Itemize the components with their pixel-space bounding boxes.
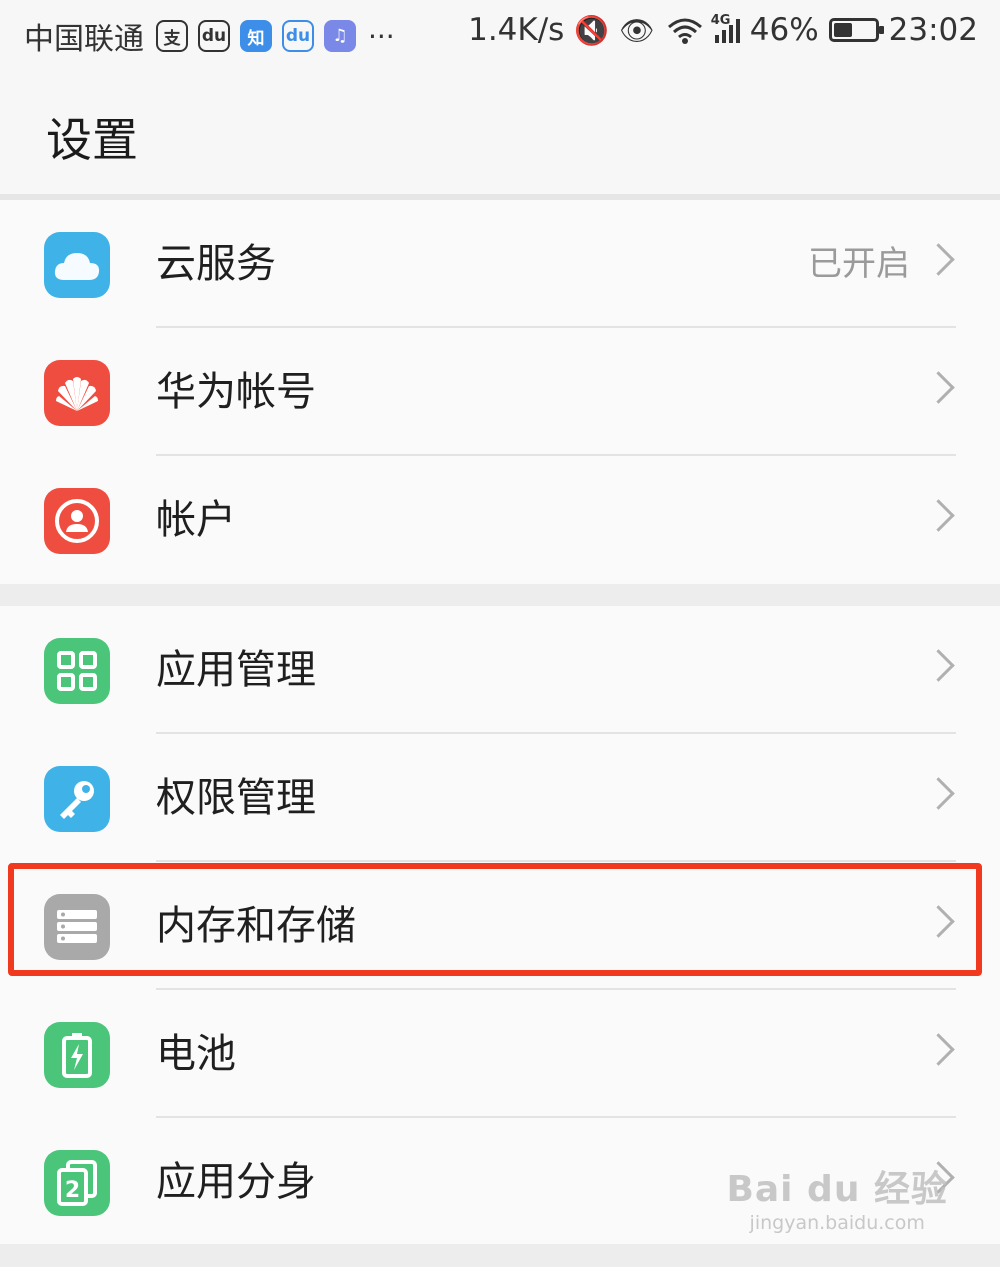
key-icon <box>44 766 110 832</box>
settings-item-label: 应用分身 <box>156 1159 316 1205</box>
settings-item-huawei[interactable]: 华为帐号 <box>0 328 1000 456</box>
settings-group-system: 应用管理权限管理内存和存储电池 2 应用分身 <box>0 606 1000 1244</box>
settings-item-label: 内存和存储 <box>156 903 356 949</box>
settings-item-account[interactable]: 帐户 <box>0 456 1000 584</box>
cell-signal: 4G <box>711 13 740 43</box>
page-title: 设置 <box>46 113 138 167</box>
settings-item-label: 华为帐号 <box>156 369 316 415</box>
chevron-right-icon <box>922 243 955 276</box>
cloud-icon <box>44 232 110 298</box>
battery-percent: 46% <box>749 12 819 48</box>
settings-item-label: 权限管理 <box>156 775 316 821</box>
bottom-separator <box>0 1244 1000 1267</box>
settings-item-value: 已开启 <box>808 244 910 284</box>
svg-text:2: 2 <box>65 1178 80 1203</box>
chevron-right-icon <box>922 371 955 404</box>
settings-group-account: 云服务 已开启华为帐号帐户 <box>0 200 1000 584</box>
eye-comfort-icon: 👁 <box>619 13 655 47</box>
storage-icon <box>44 894 110 960</box>
settings-item-label: 帐户 <box>156 497 236 543</box>
wifi-icon <box>667 18 702 44</box>
settings-item-label: 电池 <box>156 1031 236 1077</box>
app-twin-icon: 2 <box>44 1150 110 1216</box>
chevron-right-icon <box>922 1033 955 1066</box>
baidu-icon: du <box>198 20 230 52</box>
more-notifications-icon: ··· <box>368 19 395 53</box>
network-type: 4G <box>710 13 731 28</box>
apps-grid-icon <box>44 638 110 704</box>
clock: 23:02 <box>888 12 978 48</box>
watermark-main: Bai du 经验 <box>726 1169 948 1210</box>
chevron-right-icon <box>922 499 955 532</box>
settings-item-label: 应用管理 <box>156 647 316 693</box>
group-separator <box>0 584 1000 606</box>
status-bar: 中国联通 支 du 知 du ♫ ··· 1.4K/s 🔇 👁 4G 46% 23:02 <box>0 0 1000 72</box>
notification-icons: 支 du 知 du ♫ <box>156 20 356 52</box>
watermark-sub: jingyan.baidu.com <box>749 1212 925 1234</box>
settings-item-permissions[interactable]: 权限管理 <box>0 734 1000 862</box>
settings-item-apps[interactable]: 应用管理 <box>0 606 1000 734</box>
carrier-name: 中国联通 <box>24 22 144 57</box>
settings-item-cloud[interactable]: 云服务 已开启 <box>0 200 1000 328</box>
huawei-logo-icon <box>44 360 110 426</box>
settings-item-battery[interactable]: 电池 <box>0 990 1000 1118</box>
music-icon: ♫ <box>324 20 356 52</box>
status-bar-right: 1.4K/s 🔇 👁 4G 46% 23:02 <box>468 12 978 48</box>
baidu-app-icon: du <box>282 20 314 52</box>
zhihu-icon: 知 <box>240 20 272 52</box>
alipay-icon: 支 <box>156 20 188 52</box>
user-icon <box>44 488 110 554</box>
chevron-right-icon <box>922 777 955 810</box>
network-speed: 1.4K/s <box>468 12 565 48</box>
settings-item-storage[interactable]: 内存和存储 <box>0 862 1000 990</box>
battery-icon <box>44 1022 110 1088</box>
mute-icon: 🔇 <box>574 13 610 47</box>
battery-status-icon <box>828 18 884 42</box>
chevron-right-icon <box>922 905 955 938</box>
baidu-jingyan-watermark: Bai du 经验 jingyan.baidu.com <box>726 1160 948 1234</box>
status-bar-left: 中国联通 支 du 知 du ♫ ··· <box>24 14 395 58</box>
settings-item-label: 云服务 <box>156 241 276 287</box>
chevron-right-icon <box>922 649 955 682</box>
battery-fill <box>833 23 852 37</box>
